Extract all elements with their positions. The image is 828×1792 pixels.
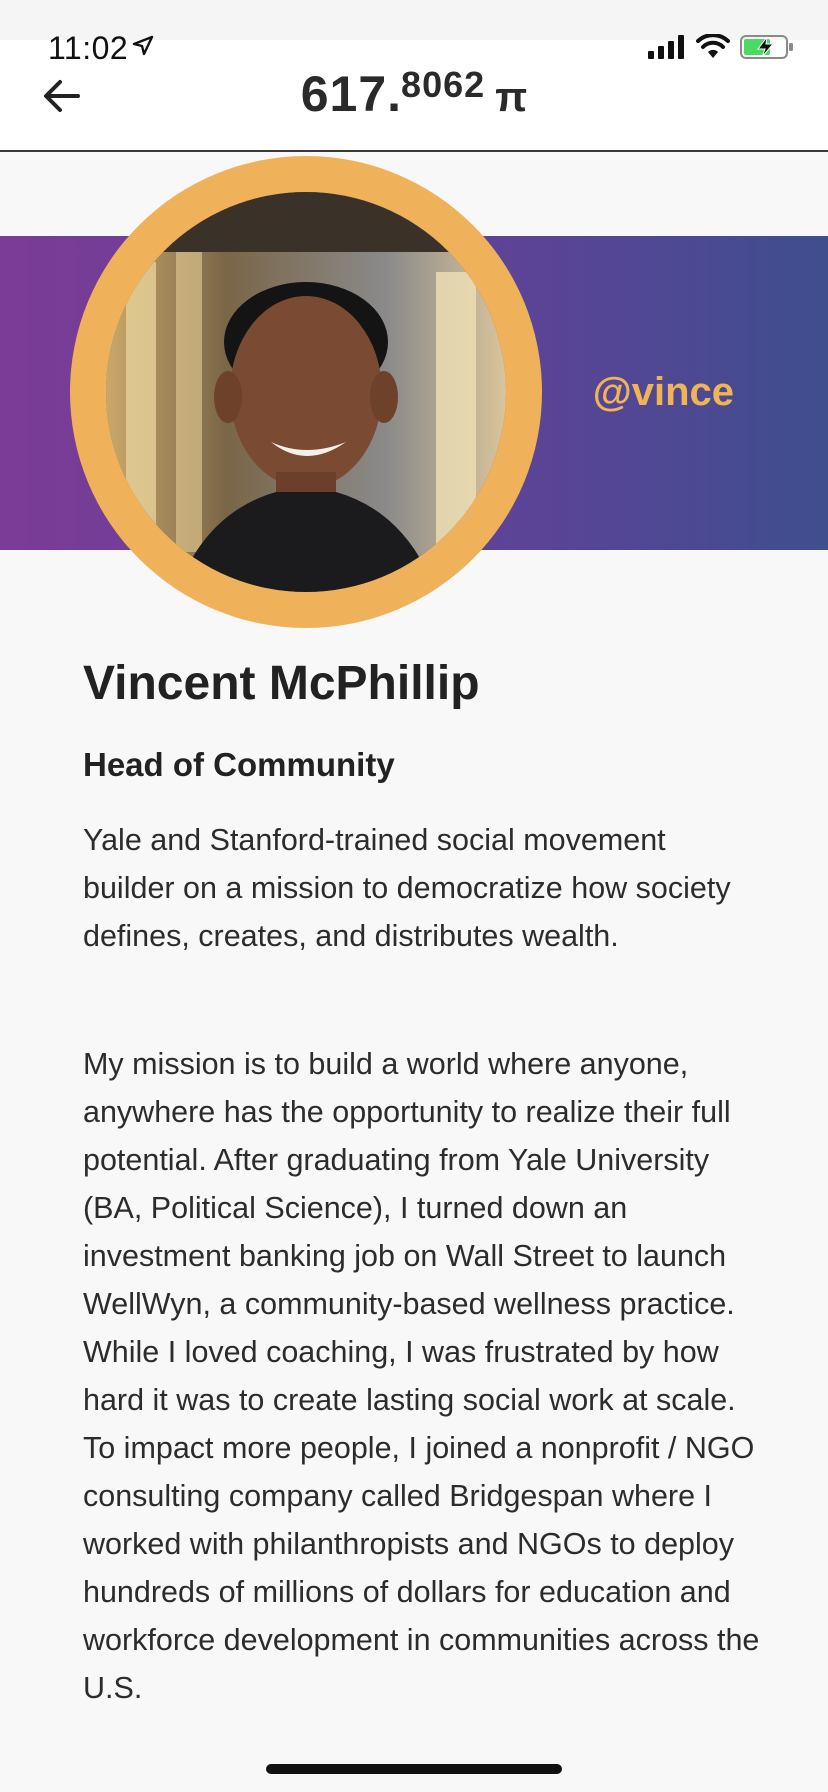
location-arrow-icon	[132, 28, 154, 65]
bio-paragraph: Yale and Stanford-trained social movemen…	[83, 823, 731, 953]
bio-paragraph: My mission is to build a world where any…	[83, 1047, 760, 1705]
home-indicator[interactable]	[266, 1764, 562, 1774]
battery-charging-icon	[740, 34, 794, 65]
balance-decimal-point: .	[387, 66, 402, 122]
avatar	[106, 192, 506, 592]
profile-name: Vincent McPhillip	[83, 657, 480, 710]
wifi-icon	[696, 33, 730, 65]
balance-integer: 617	[300, 66, 388, 122]
balance-decimal: 8062	[401, 64, 486, 105]
status-time: 11:02	[48, 28, 154, 67]
status-time-text: 11:02	[48, 30, 129, 66]
status-indicators	[648, 33, 794, 65]
profile-role: Head of Community	[83, 746, 395, 783]
currency-symbol: π	[495, 73, 528, 120]
cellular-signal-icon	[648, 35, 686, 64]
profile-handle: @vince	[592, 370, 734, 414]
avatar-photo	[106, 192, 506, 592]
pi-balance: 617.8062 π	[0, 64, 828, 123]
